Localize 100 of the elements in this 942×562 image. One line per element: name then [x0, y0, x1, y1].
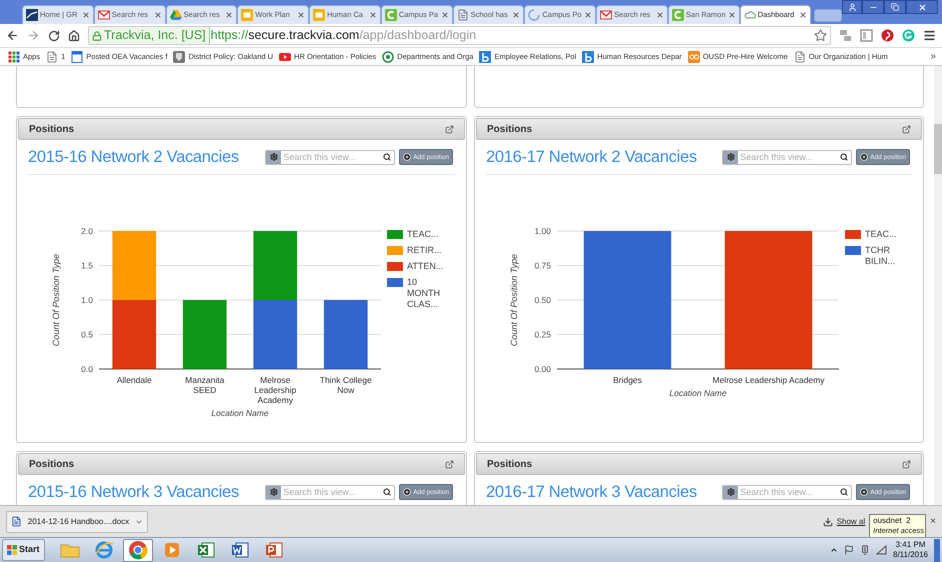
tooltip-title: ousdnet 2 — [873, 516, 912, 526]
menu-icon[interactable] — [923, 29, 936, 42]
mail-icon — [98, 9, 110, 21]
restore-button[interactable] — [884, 0, 906, 14]
close-icon[interactable] — [82, 11, 90, 19]
reload-icon[interactable] — [48, 30, 60, 42]
close-icon[interactable] — [512, 11, 520, 19]
lock-icon — [92, 30, 102, 40]
close-icon[interactable] — [297, 11, 306, 19]
clock-date: 8/11/2016 — [893, 550, 928, 560]
y-tick-label: 0.5 — [81, 329, 93, 340]
add-icon — [860, 488, 868, 496]
y-axis-title: Count Of Position Type — [51, 254, 61, 346]
close-icon[interactable] — [656, 11, 664, 19]
seal-icon — [382, 50, 394, 62]
letter-c-icon — [384, 9, 397, 21]
search-input[interactable]: Search this view... — [738, 150, 840, 164]
scrollbar[interactable] — [934, 66, 942, 505]
x-tick-label: Allendale — [116, 374, 152, 387]
search-icon[interactable] — [383, 488, 392, 496]
cloud-icon — [744, 9, 756, 21]
apps-grid-icon — [8, 50, 20, 62]
star-icon[interactable] — [814, 29, 827, 42]
x-tick-label: Melrose Leadership Academy — [253, 374, 298, 405]
presentation-p-icon — [264, 540, 284, 560]
search-input[interactable]: Search this view... — [281, 150, 384, 164]
panel-header-title: Positions — [487, 458, 532, 472]
close-icon[interactable] — [728, 11, 736, 19]
legend-label: TCHR BILIN... — [865, 244, 896, 267]
panel-layout-icon[interactable] — [860, 29, 873, 42]
home-icon[interactable] — [68, 30, 80, 42]
search-input[interactable]: Search this view... — [281, 486, 384, 500]
panel-title: 2016-17 Network 2 Vacancies — [486, 147, 697, 168]
signal-icon[interactable] — [876, 545, 887, 555]
close-icon[interactable] — [440, 11, 449, 19]
close-icon[interactable] — [154, 11, 162, 19]
settings-button[interactable] — [266, 486, 282, 499]
y-tick-label: 1.00 — [534, 226, 551, 236]
settings-icon — [270, 153, 278, 162]
mail-icon — [600, 9, 612, 21]
search-field[interactable]: Search this view... — [265, 484, 396, 500]
search-field[interactable]: Search this view... — [265, 150, 396, 165]
x-axis-title: Location Name — [211, 406, 269, 420]
settings-button[interactable] — [723, 486, 738, 499]
restore-icon — [891, 3, 899, 11]
close-icon[interactable] — [225, 11, 234, 19]
expand-icon[interactable] — [902, 124, 911, 134]
legend-label: TEAC... — [407, 228, 440, 240]
panel-header-title: Positions — [29, 458, 74, 472]
y-tick-label: 1.5 — [81, 260, 93, 270]
user-button[interactable] — [842, 0, 862, 14]
expand-icon[interactable] — [902, 460, 911, 468]
panel-header-title: Positions — [487, 122, 532, 136]
flag-icon[interactable] — [844, 545, 854, 555]
start-button[interactable]: Start — [2, 539, 45, 561]
search-icon[interactable] — [383, 153, 392, 162]
panel-title: 2015-16 Network 3 Vacancies — [28, 482, 239, 503]
browser-e-icon — [94, 540, 114, 560]
y-axis-title: Count Of Position Type — [509, 254, 519, 346]
search-field[interactable]: Search this view... — [722, 150, 852, 165]
close-window-button[interactable] — [906, 0, 938, 14]
battery-icon[interactable] — [860, 545, 870, 555]
page-icon — [46, 50, 58, 62]
taskbar-app[interactable] — [122, 538, 153, 562]
expand-icon[interactable] — [445, 460, 454, 468]
search-icon[interactable] — [840, 153, 848, 162]
scrollbar-thumb[interactable] — [934, 124, 942, 174]
close-icon[interactable] — [799, 11, 808, 19]
caret-icon[interactable] — [135, 518, 143, 526]
show-hidden-icons-icon[interactable] — [830, 546, 838, 554]
clock[interactable]: 3:41 PM 8/11/2016 — [893, 540, 928, 560]
pin-logo-icon[interactable] — [881, 29, 894, 42]
letter-b-icon — [582, 50, 594, 62]
clock-time: 3:41 PM — [896, 540, 926, 550]
settings-icon — [726, 153, 735, 162]
close-icon[interactable] — [368, 11, 377, 19]
document-w-icon — [230, 540, 250, 560]
settings-button[interactable] — [266, 150, 282, 164]
triangle-icon — [170, 9, 182, 21]
show-desktop-button[interactable] — [934, 538, 940, 562]
legend-label: 10 MONTH CLAS... — [407, 276, 441, 310]
search-icon[interactable] — [840, 488, 848, 496]
y-tick-label: 2.0 — [81, 226, 93, 236]
x-tick-label: Bridges — [613, 374, 642, 385]
document-icon — [71, 50, 84, 62]
y-tick-label: 0.25 — [534, 329, 551, 340]
settings-button[interactable] — [723, 150, 738, 164]
close-download-bar-button[interactable]: × — [930, 514, 936, 529]
back-icon[interactable] — [6, 29, 19, 42]
show-all-link[interactable]: Show al — [836, 516, 866, 528]
spreadsheet-icon — [196, 540, 216, 560]
search-field[interactable]: Search this view... — [722, 484, 852, 500]
add-icon — [403, 153, 412, 162]
expand-icon[interactable] — [445, 124, 454, 134]
download-item[interactable]: 2014-12-16 Handboo....docx — [6, 510, 148, 532]
more-bookmarks-button[interactable]: » — [930, 49, 936, 64]
x-tick-label: Manzanita SEED — [184, 374, 226, 397]
address-bar[interactable]: Trackvia, Inc. [US] https://secure.trackvia.com/app/dashboard/login — [88, 26, 831, 45]
close-icon[interactable] — [584, 11, 592, 19]
search-input[interactable]: Search this view... — [738, 486, 840, 500]
